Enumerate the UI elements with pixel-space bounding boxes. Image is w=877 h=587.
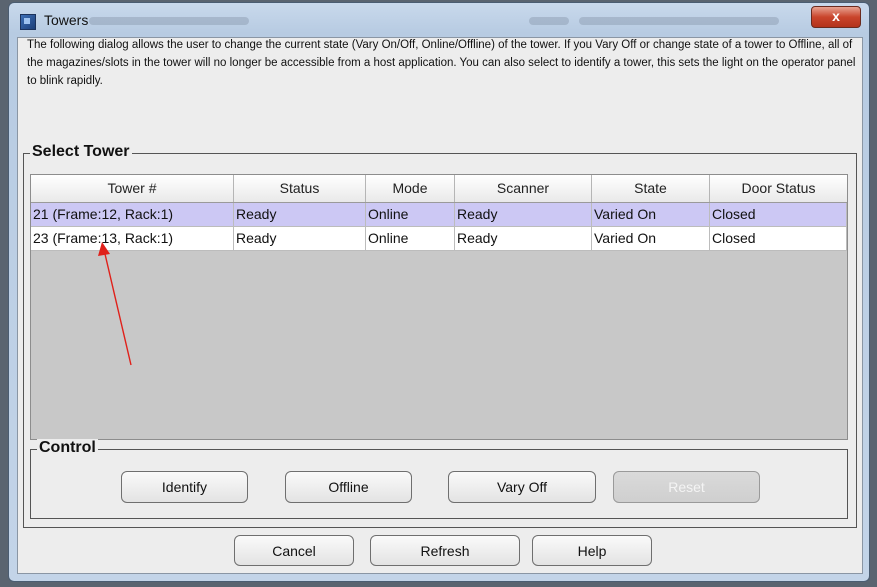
select-tower-title: Select Tower bbox=[30, 143, 132, 161]
window-title: Towers bbox=[44, 12, 89, 28]
cell-state: Varied On bbox=[592, 227, 710, 250]
close-icon: x bbox=[832, 8, 840, 24]
cell-door-status: Closed bbox=[710, 203, 847, 226]
identify-button[interactable]: Identify bbox=[121, 471, 248, 503]
column-header-state[interactable]: State bbox=[592, 175, 710, 202]
select-tower-group: Select Tower Tower # Status Mode Scanner… bbox=[23, 143, 857, 528]
column-header-door-status[interactable]: Door Status bbox=[710, 175, 847, 202]
control-title: Control bbox=[37, 439, 98, 457]
table-header: Tower # Status Mode Scanner State Door S… bbox=[31, 175, 847, 203]
table-row[interactable]: 23 (Frame:13, Rack:1) Ready Online Ready… bbox=[31, 227, 847, 251]
description-text: The following dialog allows the user to … bbox=[27, 39, 856, 87]
control-group: Control Identify Offline Vary Off Reset bbox=[30, 439, 848, 519]
cell-scanner: Ready bbox=[455, 227, 592, 250]
dialog-body: The following dialog allows the user to … bbox=[17, 37, 863, 574]
cell-door-status: Closed bbox=[710, 227, 847, 250]
blurred-title-text bbox=[579, 17, 779, 25]
vary-off-button[interactable]: Vary Off bbox=[448, 471, 596, 503]
offline-button[interactable]: Offline bbox=[285, 471, 412, 503]
cancel-button[interactable]: Cancel bbox=[234, 535, 354, 566]
cell-state: Varied On bbox=[592, 203, 710, 226]
cell-mode: Online bbox=[366, 227, 455, 250]
table-row[interactable]: 21 (Frame:12, Rack:1) Ready Online Ready… bbox=[31, 203, 847, 227]
help-button[interactable]: Help bbox=[532, 535, 652, 566]
app-icon bbox=[20, 14, 36, 30]
column-header-tower[interactable]: Tower # bbox=[31, 175, 234, 202]
column-header-mode[interactable]: Mode bbox=[366, 175, 455, 202]
cell-status: Ready bbox=[234, 227, 366, 250]
refresh-button[interactable]: Refresh bbox=[370, 535, 520, 566]
reset-button[interactable]: Reset bbox=[613, 471, 760, 503]
tower-table: Tower # Status Mode Scanner State Door S… bbox=[30, 174, 848, 440]
close-button[interactable]: x bbox=[811, 6, 861, 28]
towers-window: Towers x The following dialog allows the… bbox=[8, 2, 870, 582]
blurred-title-text bbox=[89, 17, 249, 25]
cell-tower: 21 (Frame:12, Rack:1) bbox=[31, 203, 234, 226]
cell-mode: Online bbox=[366, 203, 455, 226]
cell-tower: 23 (Frame:13, Rack:1) bbox=[31, 227, 234, 250]
cell-scanner: Ready bbox=[455, 203, 592, 226]
cell-status: Ready bbox=[234, 203, 366, 226]
column-header-status[interactable]: Status bbox=[234, 175, 366, 202]
blurred-title-text bbox=[529, 17, 569, 25]
column-header-scanner[interactable]: Scanner bbox=[455, 175, 592, 202]
title-bar[interactable]: Towers x bbox=[9, 3, 869, 37]
